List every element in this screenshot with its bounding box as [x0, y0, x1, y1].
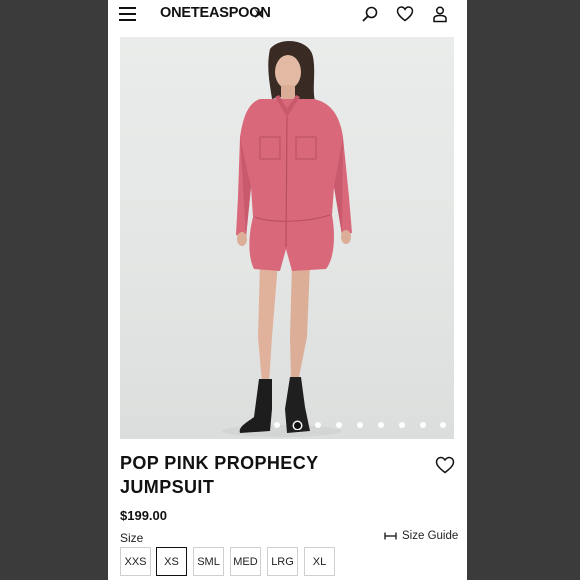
size-label: Size [120, 531, 144, 545]
product-title: POP PINK PROPHECY JUMPSUIT [120, 453, 319, 497]
size-option-xs[interactable]: XS [156, 547, 187, 576]
gallery-dot[interactable] [274, 422, 280, 428]
gallery-dot[interactable] [440, 422, 446, 428]
gallery-dot-active[interactable] [294, 421, 301, 429]
gallery-pagination [120, 421, 454, 430]
model-photo [222, 41, 352, 437]
gallery-dot[interactable] [315, 422, 321, 428]
size-option-med[interactable]: MED [230, 547, 261, 576]
account-icon[interactable] [431, 5, 449, 23]
size-option-xxs[interactable]: XXS [120, 547, 151, 576]
menu-icon[interactable] [119, 7, 136, 21]
ruler-icon [384, 532, 397, 540]
gallery-dot[interactable] [399, 422, 405, 428]
gallery-dot[interactable] [378, 422, 384, 428]
wishlist-heart-icon[interactable] [435, 456, 455, 474]
gallery-dot[interactable] [336, 422, 342, 428]
search-icon[interactable] [361, 5, 379, 23]
size-option-sml[interactable]: SML [193, 547, 224, 576]
heart-icon[interactable] [396, 5, 414, 23]
top-nav: ONETEASPOON [108, 0, 467, 34]
gallery-dot[interactable] [420, 422, 426, 428]
size-option-lrg[interactable]: LRG [267, 547, 298, 576]
product-image[interactable] [120, 37, 454, 439]
bird-logo-icon [254, 7, 264, 19]
gallery-dot[interactable] [357, 422, 363, 428]
size-guide-link[interactable]: Size Guide [384, 530, 458, 542]
size-option-xl[interactable]: XL [304, 547, 335, 576]
product-price: $199.00 [120, 508, 167, 523]
size-guide-label: Size Guide [402, 530, 459, 542]
product-page: ONETEASPOON POP PINK PROPHECY JUMPSUIT $… [108, 0, 467, 580]
